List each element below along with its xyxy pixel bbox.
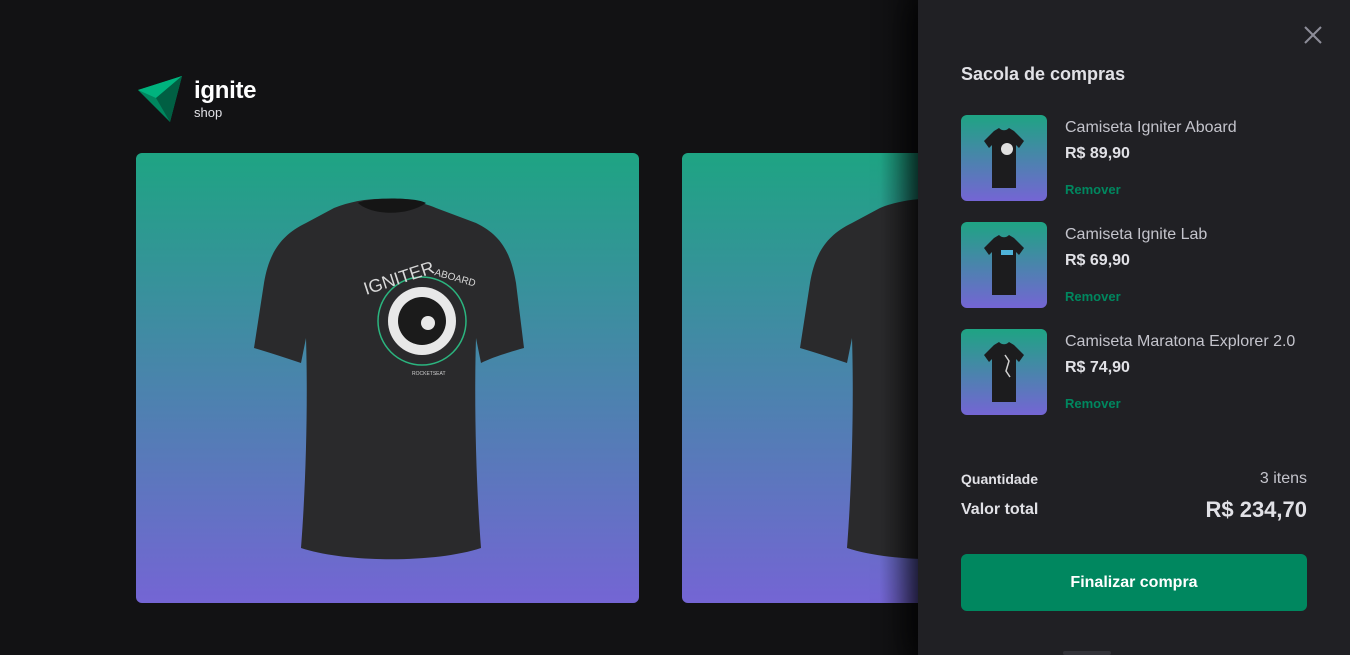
logo-title: ignite xyxy=(194,77,257,104)
total-row: Valor total R$ 234,70 xyxy=(961,497,1307,523)
logo-subtitle: shop xyxy=(194,105,223,120)
cart-item-price: R$ 89,90 xyxy=(1065,145,1130,162)
product-card[interactable]: IGNITER ABOARD ROCKETSEAT xyxy=(136,153,639,603)
cart-item-thumbnail xyxy=(961,115,1047,201)
remove-button[interactable]: Remover xyxy=(1065,182,1237,197)
cart-drawer: Sacola de compras Camiseta Igniter Aboar… xyxy=(918,0,1350,655)
ignite-logo-icon xyxy=(138,76,182,122)
cart-item-thumbnail xyxy=(961,222,1047,308)
cart-item-thumbnail xyxy=(961,329,1047,415)
total-value: R$ 234,70 xyxy=(1205,497,1307,522)
scroll-handle[interactable] xyxy=(1063,651,1111,655)
quantity-row: Quantidade 3 itens xyxy=(961,470,1307,488)
tshirt-icon xyxy=(984,342,1024,402)
cart-item-name: Camiseta Igniter Aboard xyxy=(1065,119,1237,136)
tshirt-image: IGNITER ABOARD ROCKETSEAT xyxy=(254,198,524,560)
close-icon[interactable] xyxy=(1302,24,1324,46)
print-brand: ROCKETSEAT xyxy=(412,371,446,377)
drawer-overlay-shadow xyxy=(880,0,920,655)
logo[interactable]: ignite shop xyxy=(136,76,257,124)
quantity-value: 3 itens xyxy=(1259,470,1307,487)
cart-item-price: R$ 74,90 xyxy=(1065,359,1130,376)
cart-item-price: R$ 69,90 xyxy=(1065,252,1130,269)
remove-button[interactable]: Remover xyxy=(1065,289,1207,304)
cart-item-name: Camiseta Ignite Lab xyxy=(1065,226,1208,243)
cart-item: Camiseta Maratona Explorer 2.0 R$ 74,90 … xyxy=(961,329,1311,415)
checkout-button[interactable]: Finalizar compra xyxy=(961,554,1307,611)
tshirt-icon xyxy=(984,235,1024,295)
cart-title: Sacola de compras xyxy=(961,64,1126,84)
cart-item-name: Camiseta Maratona Explorer 2.0 xyxy=(1065,333,1296,350)
remove-button[interactable]: Remover xyxy=(1065,396,1295,411)
quantity-label: Quantidade xyxy=(961,471,1039,487)
total-label: Valor total xyxy=(961,501,1039,518)
cart-item: Camiseta Ignite Lab R$ 69,90 Remover xyxy=(961,222,1311,308)
tshirt-icon xyxy=(984,128,1024,188)
cart-item: Camiseta Igniter Aboard R$ 89,90 Remover xyxy=(961,115,1311,201)
